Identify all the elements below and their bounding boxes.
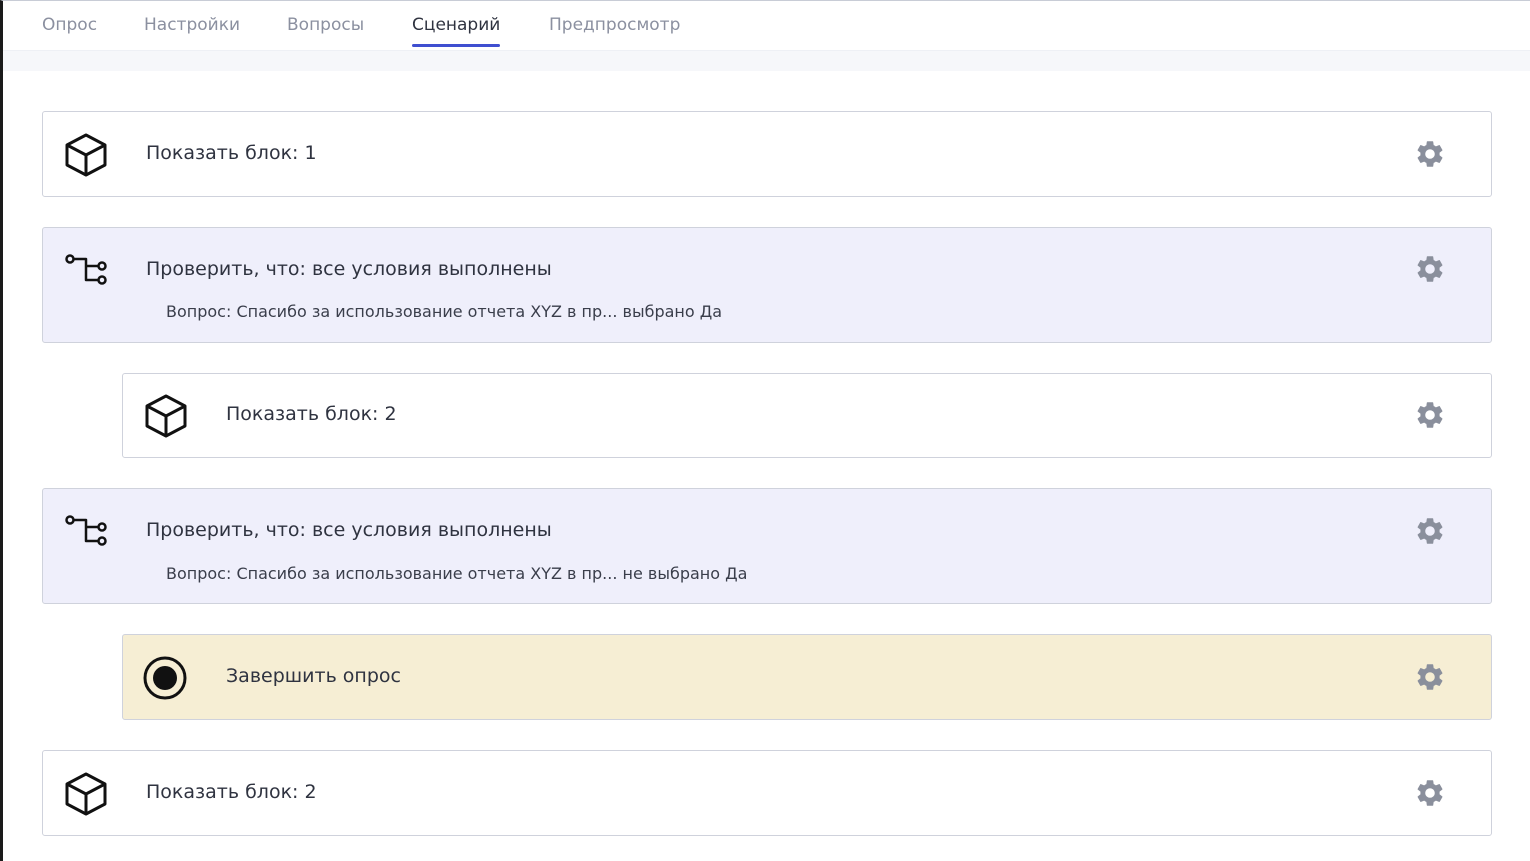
gear-icon[interactable] [1414, 661, 1446, 693]
condition-rule: Вопрос: Спасибо за использование отчета … [166, 564, 748, 583]
scenario-step-block[interactable]: Показать блок: 2 [122, 373, 1492, 458]
step-title: Завершить опрос [226, 665, 401, 687]
tab-questions[interactable]: Вопросы [287, 15, 364, 47]
tab-settings[interactable]: Настройки [144, 15, 240, 47]
step-title: Проверить, что: все условия выполнены [146, 258, 552, 280]
cube-icon [145, 394, 187, 438]
step-title: Показать блок: 1 [146, 142, 317, 164]
gear-icon[interactable] [1414, 399, 1446, 431]
scenario-step-end[interactable]: Завершить опрос [122, 634, 1492, 720]
scenario-step-condition[interactable]: Проверить, что: все условия выполнены Во… [42, 227, 1492, 343]
step-title: Показать блок: 2 [146, 781, 317, 803]
step-title: Проверить, что: все условия выполнены [146, 519, 552, 541]
cube-icon [65, 772, 107, 816]
scenario-step-block[interactable]: Показать блок: 2 [42, 750, 1492, 836]
tab-survey[interactable]: Опрос [42, 15, 97, 47]
gear-icon[interactable] [1414, 777, 1446, 809]
gear-icon[interactable] [1414, 138, 1446, 170]
step-title: Показать блок: 2 [226, 403, 397, 425]
scenario-step-condition[interactable]: Проверить, что: все условия выполнены Во… [42, 488, 1492, 604]
gear-icon[interactable] [1414, 515, 1446, 547]
tab-preview[interactable]: Предпросмотр [549, 15, 680, 47]
tab-scenario[interactable]: Сценарий [412, 15, 501, 47]
gear-icon[interactable] [1414, 253, 1446, 285]
tab-bar-shadow [3, 51, 1530, 71]
branch-icon [65, 515, 107, 546]
scenario-step-block[interactable]: Показать блок: 1 [42, 111, 1492, 197]
cube-icon [65, 133, 107, 177]
tab-bar: Опрос Настройки Вопросы Сценарий Предпро… [3, 1, 1530, 51]
branch-icon [65, 254, 107, 285]
radio-stop-icon [143, 656, 187, 700]
condition-rule: Вопрос: Спасибо за использование отчета … [166, 302, 723, 321]
